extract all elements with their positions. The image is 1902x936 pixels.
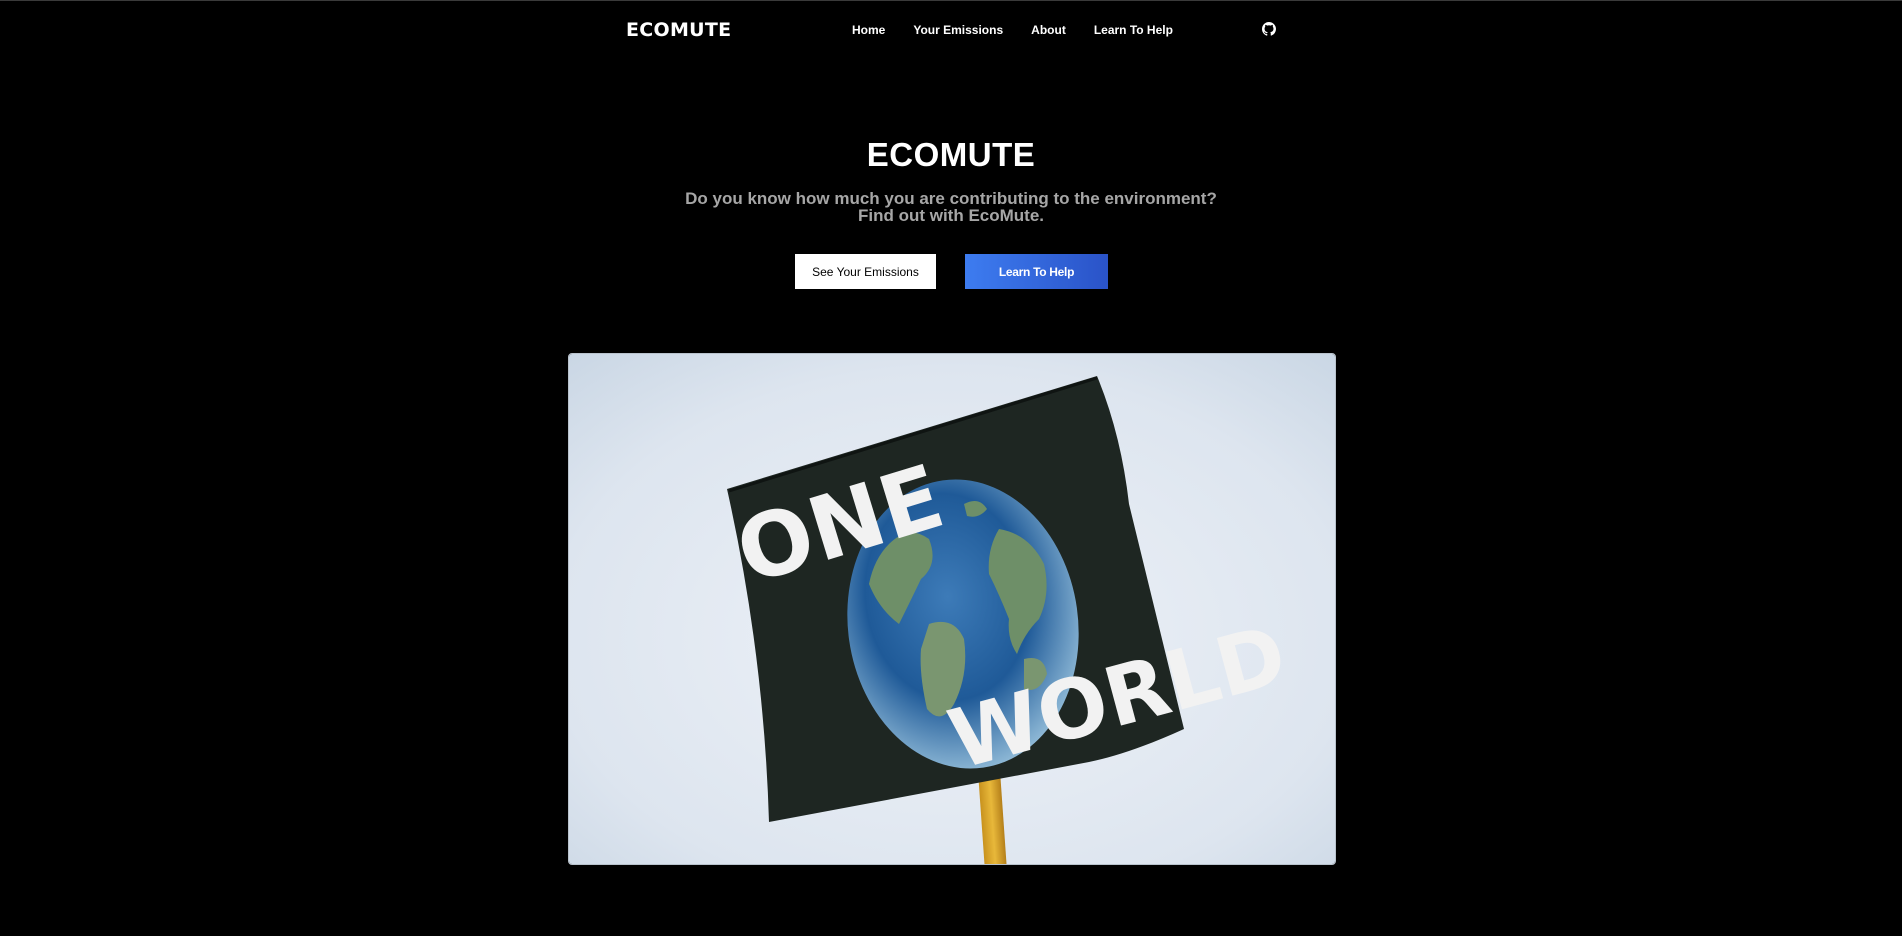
nav-link-home[interactable]: Home bbox=[852, 23, 885, 37]
see-your-emissions-button[interactable]: See Your Emissions bbox=[795, 254, 936, 289]
hero-title: ECOMUTE bbox=[866, 136, 1036, 173]
hero-subtitle: Do you know how much you are contributin… bbox=[0, 190, 1902, 224]
nav-links: Home Your Emissions About Learn To Help bbox=[852, 23, 1201, 37]
hero-subtitle-line1: Do you know how much you are contributin… bbox=[685, 189, 1217, 208]
hero-image: ONE WORLD bbox=[568, 353, 1336, 865]
brand-logo[interactable]: ECOMUTE bbox=[626, 19, 731, 41]
nav-link-your-emissions[interactable]: Your Emissions bbox=[913, 23, 1003, 37]
github-icon[interactable] bbox=[1262, 22, 1276, 36]
nav-link-about[interactable]: About bbox=[1031, 23, 1066, 37]
nav-link-learn-to-help[interactable]: Learn To Help bbox=[1094, 23, 1173, 37]
navbar: ECOMUTE Home Your Emissions About Learn … bbox=[0, 1, 1902, 59]
learn-to-help-button[interactable]: Learn To Help bbox=[965, 254, 1108, 289]
hero-subtitle-line2: Find out with EcoMute. bbox=[857, 206, 1045, 225]
one-world-sign-illustration: ONE WORLD bbox=[569, 354, 1335, 864]
